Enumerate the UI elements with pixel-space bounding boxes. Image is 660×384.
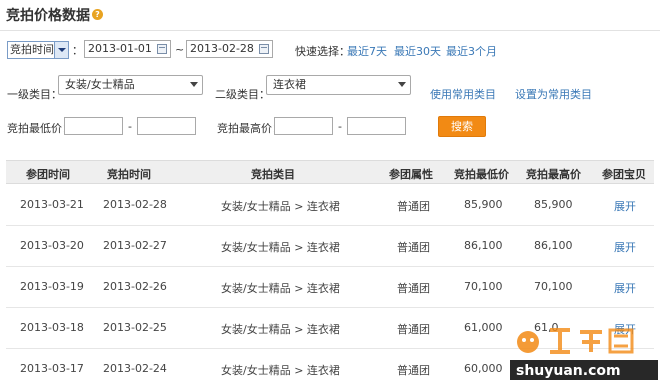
cell-min-price: 60,000 bbox=[464, 362, 503, 375]
cell-expand-link[interactable]: 展开 bbox=[614, 280, 636, 296]
cell-max-price: 70,100 bbox=[534, 280, 573, 293]
cell-auction-time: 2013-02-26 bbox=[103, 280, 167, 293]
cell-max-price: 61,0 bbox=[534, 321, 559, 334]
header-auction-category: 竞拍类目 bbox=[251, 168, 295, 181]
cell-join-type: 普通团 bbox=[397, 200, 430, 213]
max-price-from-input[interactable] bbox=[274, 117, 333, 135]
cell-category: 女装/女士精品 > 连衣裙 bbox=[221, 323, 340, 336]
page-title: 竞拍价格数据 bbox=[6, 8, 90, 24]
end-date-value: 2013-02-28 bbox=[190, 42, 254, 55]
use-common-category-link[interactable]: 使用常用类目 bbox=[430, 86, 496, 102]
start-date-input[interactable]: 2013-01-01 bbox=[84, 40, 171, 58]
cell-category: 女装/女士精品 > 连衣裙 bbox=[221, 241, 340, 254]
cell-auction-time: 2013-02-25 bbox=[103, 321, 167, 334]
table-row: 2013-03-19 2013-02-26 女装/女士精品 > 连衣裙 普通团 70,1… bbox=[6, 267, 654, 308]
min-price-from-input[interactable] bbox=[64, 117, 123, 135]
max-price-to-input[interactable] bbox=[347, 117, 406, 135]
chevron-down-icon bbox=[398, 82, 406, 87]
search-button[interactable]: 搜索 bbox=[438, 116, 486, 137]
time-type-value: 竞拍时间 bbox=[10, 43, 54, 56]
cell-min-price: 70,100 bbox=[464, 280, 503, 293]
cell-max-price: 85,900 bbox=[534, 198, 573, 211]
quick-link-7-days[interactable]: 最近7天 bbox=[347, 43, 387, 59]
colon-separator: ： bbox=[72, 44, 83, 57]
category1-label: 一级类目： bbox=[7, 88, 62, 101]
calendar-icon[interactable] bbox=[157, 44, 167, 54]
cell-join-type: 普通团 bbox=[397, 364, 430, 377]
header-items: 参团宝贝 bbox=[602, 168, 646, 181]
category1-select[interactable]: 女装/女士精品 bbox=[58, 75, 203, 95]
cell-expand-link[interactable]: 展开 bbox=[614, 321, 636, 337]
category2-value: 连衣裙 bbox=[273, 78, 306, 91]
cell-auction-time: 2013-02-28 bbox=[103, 198, 167, 211]
cell-join-type: 普通团 bbox=[397, 282, 430, 295]
cell-auction-time: 2013-02-24 bbox=[103, 362, 167, 375]
start-date-value: 2013-01-01 bbox=[88, 42, 152, 55]
cell-join-type: 普通团 bbox=[397, 241, 430, 254]
end-date-input[interactable]: 2013-02-28 bbox=[186, 40, 273, 58]
header-join-time: 参团时间 bbox=[26, 168, 70, 181]
cell-category: 女装/女士精品 > 连衣裙 bbox=[221, 282, 340, 295]
set-common-category-link[interactable]: 设置为常用类目 bbox=[515, 86, 592, 102]
category1-value: 女装/女士精品 bbox=[65, 78, 135, 91]
cell-max-price: 86,100 bbox=[534, 239, 573, 252]
table-row: 2013-03-17 2013-02-24 女装/女士精品 > 连衣裙 普通团 60,0… bbox=[6, 349, 654, 384]
cell-join-time: 2013-03-18 bbox=[20, 321, 84, 334]
cell-min-price: 85,900 bbox=[464, 198, 503, 211]
title-bar: 竞拍价格数据 ? bbox=[0, 0, 660, 31]
table-header: 参团时间 竞拍时间 竞拍类目 参团属性 竞拍最低价 竞拍最高价 参团宝贝 bbox=[6, 160, 654, 184]
cell-min-price: 86,100 bbox=[464, 239, 503, 252]
cell-category: 女装/女士精品 > 连衣裙 bbox=[221, 200, 340, 213]
cell-join-time: 2013-03-20 bbox=[20, 239, 84, 252]
table-row: 2013-03-18 2013-02-25 女装/女士精品 > 连衣裙 普通团 61,0… bbox=[6, 308, 654, 349]
cell-join-time: 2013-03-21 bbox=[20, 198, 84, 211]
cell-category: 女装/女士精品 > 连衣裙 bbox=[221, 364, 340, 377]
quick-link-30-days[interactable]: 最近30天 bbox=[394, 43, 441, 59]
chevron-down-icon bbox=[190, 82, 198, 87]
chevron-down-icon[interactable] bbox=[54, 42, 68, 58]
min-price-dash: - bbox=[128, 120, 132, 133]
cell-auction-time: 2013-02-27 bbox=[103, 239, 167, 252]
table-row: 2013-03-21 2013-02-28 女装/女士精品 > 连衣裙 普通团 85,9… bbox=[6, 185, 654, 226]
header-join-type: 参团属性 bbox=[389, 168, 433, 181]
header-min-price: 竞拍最低价 bbox=[454, 168, 509, 181]
calendar-icon[interactable] bbox=[259, 44, 269, 54]
header-auction-time: 竞拍时间 bbox=[107, 168, 151, 181]
cell-expand-link[interactable]: 展开 bbox=[614, 239, 636, 255]
cell-join-type: 普通团 bbox=[397, 323, 430, 336]
category2-select[interactable]: 连衣裙 bbox=[266, 75, 411, 95]
max-price-dash: - bbox=[338, 120, 342, 133]
quick-select-label: 快速选择： bbox=[295, 45, 350, 58]
min-price-to-input[interactable] bbox=[137, 117, 196, 135]
cell-join-time: 2013-03-19 bbox=[20, 280, 84, 293]
cell-join-time: 2013-03-17 bbox=[20, 362, 84, 375]
header-max-price: 竞拍最高价 bbox=[526, 168, 581, 181]
table-row: 2013-03-20 2013-02-27 女装/女士精品 > 连衣裙 普通团 86,1… bbox=[6, 226, 654, 267]
cell-expand-link[interactable]: 展开 bbox=[614, 198, 636, 214]
help-icon[interactable]: ? bbox=[92, 9, 103, 20]
time-type-select[interactable]: 竞拍时间 bbox=[7, 41, 69, 59]
cell-min-price: 61,000 bbox=[464, 321, 503, 334]
date-range-separator: ~ bbox=[175, 43, 185, 56]
quick-link-3-months[interactable]: 最近3个月 bbox=[446, 43, 497, 59]
category2-label: 二级类目： bbox=[215, 88, 270, 101]
